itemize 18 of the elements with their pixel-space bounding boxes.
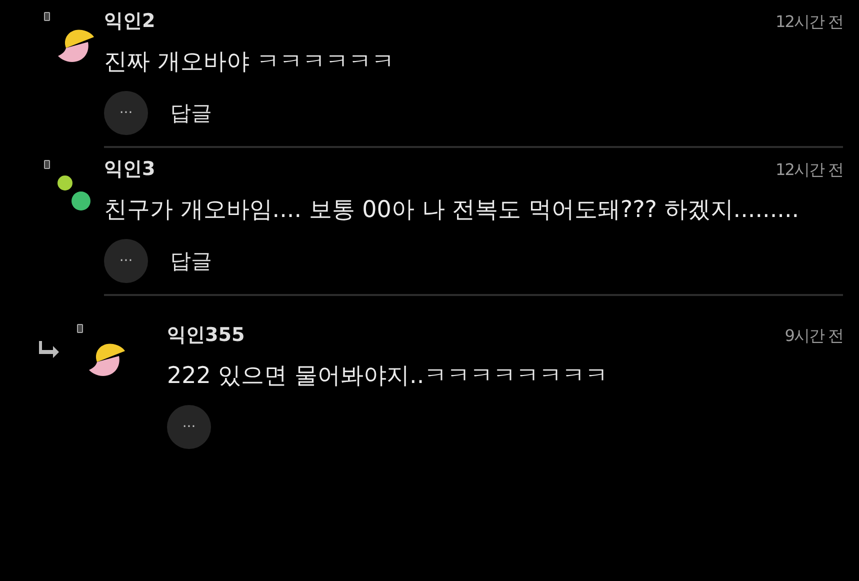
timestamp: 12시간 전 <box>776 12 843 33</box>
comment-text: 친구가 개오바임.... 보통 00아 나 전복도 먹어도돼??? 하겠지......... <box>104 196 800 225</box>
badge-icon <box>77 324 83 333</box>
badge-icon <box>44 160 50 169</box>
comment-text: 222 있으면 물어봐야지..ㅋㅋㅋㅋㅋㅋㅋㅋ <box>167 362 610 391</box>
reply-arrow-icon <box>39 340 61 358</box>
author-name: 익인355 <box>167 323 245 348</box>
more-button[interactable]: ··· <box>104 91 148 135</box>
more-button[interactable]: ··· <box>104 239 148 283</box>
comment-text: 진짜 개오바야 ㅋㅋㅋㅋㅋㅋ <box>104 48 396 77</box>
author-name: 익인3 <box>104 157 156 182</box>
author-name: 익인2 <box>104 9 156 34</box>
timestamp: 12시간 전 <box>776 160 843 181</box>
timestamp: 9시간 전 <box>784 326 843 347</box>
badge-icon <box>44 12 50 21</box>
reply-link[interactable]: 답글 <box>170 99 212 127</box>
reply-link[interactable]: 답글 <box>170 247 212 275</box>
more-button[interactable]: ··· <box>167 405 211 449</box>
